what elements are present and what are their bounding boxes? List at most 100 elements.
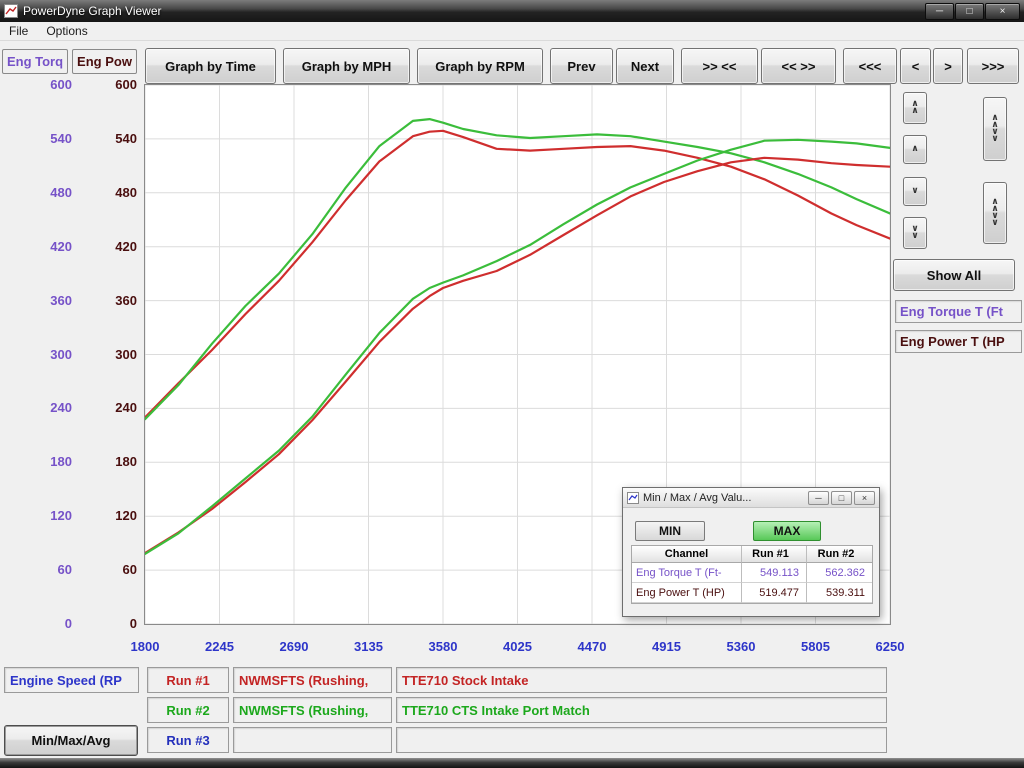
scroll-right-fast-button[interactable]: >>> xyxy=(967,48,1019,84)
scale-down-fast-button[interactable]: ∨ ∨ xyxy=(903,217,927,249)
scale-down-button[interactable]: ∨ xyxy=(903,177,927,206)
torque-axis-tick: 600 xyxy=(12,77,72,93)
power-axis-tick: 480 xyxy=(77,185,137,201)
scroll-left-button[interactable]: < xyxy=(900,48,931,84)
close-icon: × xyxy=(1000,6,1006,17)
next-button[interactable]: Next xyxy=(616,48,674,84)
run1-description-field[interactable]: TTE710 Stock Intake xyxy=(396,667,887,693)
power-axis-tick: 300 xyxy=(77,347,137,363)
rpm-axis-tick: 2690 xyxy=(264,639,324,655)
tab-eng-power[interactable]: Eng Pow xyxy=(72,49,137,74)
torque-axis-tick: 60 xyxy=(12,562,72,578)
graph-by-mph-button[interactable]: Graph by MPH xyxy=(283,48,410,84)
app-icon xyxy=(4,4,18,18)
minmax-maximize-button[interactable]: □ xyxy=(831,491,852,505)
legend-eng-power[interactable]: Eng Power T (HP xyxy=(895,330,1022,353)
compress-y-button[interactable]: ∧ ∧ ∨ ∨ xyxy=(983,182,1007,244)
scale-up-button[interactable]: ∧ xyxy=(903,135,927,164)
minmax-titlebar[interactable]: Min / Max / Avg Valu... ─ □ × xyxy=(623,488,879,508)
column-header-channel: Channel xyxy=(632,546,742,563)
run1-operator-field[interactable]: NWMSFTS (Rushing, xyxy=(233,667,392,693)
rpm-axis-tick: 2245 xyxy=(190,639,250,655)
show-all-button[interactable]: Show All xyxy=(893,259,1015,291)
power-axis-tick: 360 xyxy=(77,293,137,309)
power-axis-tick: 540 xyxy=(77,131,137,147)
run3-label[interactable]: Run #3 xyxy=(147,727,229,753)
rpm-axis-tick: 4915 xyxy=(637,639,697,655)
torque-axis-tick: 360 xyxy=(12,293,72,309)
min-button[interactable]: MIN xyxy=(635,521,705,541)
run1-max-value: 549.113 xyxy=(742,563,807,583)
power-axis-tick: 180 xyxy=(77,454,137,470)
minmax-minimize-button[interactable]: ─ xyxy=(808,491,829,505)
max-button[interactable]: MAX xyxy=(753,521,821,541)
power-axis-tick: 600 xyxy=(77,77,137,93)
torque-axis-tick: 420 xyxy=(12,239,72,255)
torque-axis-tick: 120 xyxy=(12,508,72,524)
run1-max-value: 519.477 xyxy=(742,583,807,603)
legend-eng-torque[interactable]: Eng Torque T (Ft xyxy=(895,300,1022,323)
graph-by-time-button[interactable]: Graph by Time xyxy=(145,48,276,84)
rpm-axis-tick: 3135 xyxy=(339,639,399,655)
run2-description-field[interactable]: TTE710 CTS Intake Port Match xyxy=(396,697,887,723)
rpm-axis-tick: 3580 xyxy=(413,639,473,655)
run3-operator-field[interactable] xyxy=(233,727,392,753)
rpm-axis-tick: 4025 xyxy=(488,639,548,655)
expand-y-button[interactable]: ∧ ∧ ∨ ∨ xyxy=(983,97,1007,161)
rpm-axis-tick: 6250 xyxy=(860,639,920,655)
chevron-down-icon: ∨ xyxy=(911,233,918,240)
menubar: File Options xyxy=(0,22,1024,41)
chevron-down-icon: ∨ xyxy=(991,136,998,143)
maximize-icon: □ xyxy=(839,493,844,503)
window-title: PowerDyne Graph Viewer xyxy=(23,4,924,18)
torque-axis-tick: 480 xyxy=(12,185,72,201)
minimize-icon: ─ xyxy=(815,493,821,503)
close-button[interactable]: × xyxy=(985,3,1020,20)
minmax-window[interactable]: Min / Max / Avg Valu... ─ □ × MIN MAX Ch… xyxy=(622,487,880,617)
compress-x-button[interactable]: >> << xyxy=(681,48,758,84)
minmax-close-button[interactable]: × xyxy=(854,491,875,505)
window-bottom-frame xyxy=(0,758,1024,768)
chevron-down-icon: ∨ xyxy=(991,220,998,227)
torque-axis-tick: 180 xyxy=(12,454,72,470)
x-channel-field[interactable]: Engine Speed (RP xyxy=(4,667,139,693)
chevron-up-icon: ∧ xyxy=(911,108,918,115)
graph-by-rpm-button[interactable]: Graph by RPM xyxy=(417,48,543,84)
table-row: Eng Torque T (Ft- 549.113 562.362 xyxy=(632,563,872,583)
run2-label[interactable]: Run #2 xyxy=(147,697,229,723)
torque-axis-tick: 540 xyxy=(12,131,72,147)
menu-options[interactable]: Options xyxy=(37,22,96,40)
power-axis-tick: 0 xyxy=(77,616,137,632)
titlebar: PowerDyne Graph Viewer ─ □ × xyxy=(0,0,1024,22)
powerdyne-window: PowerDyne Graph Viewer ─ □ × File Option… xyxy=(0,0,1024,768)
scroll-left-fast-button[interactable]: <<< xyxy=(843,48,897,84)
caption-buttons: ─ □ × xyxy=(924,3,1020,20)
expand-x-button[interactable]: << >> xyxy=(761,48,836,84)
maximize-button[interactable]: □ xyxy=(955,3,984,20)
power-axis-tick: 60 xyxy=(77,562,137,578)
torque-axis-tick: 240 xyxy=(12,400,72,416)
rpm-axis-tick: 4470 xyxy=(562,639,622,655)
run2-operator-field[interactable]: NWMSFTS (Rushing, xyxy=(233,697,392,723)
minimize-button[interactable]: ─ xyxy=(925,3,954,20)
channel-cell: Eng Power T (HP) xyxy=(632,583,742,603)
scale-up-fast-button[interactable]: ∧ ∧ xyxy=(903,92,927,124)
run2-max-value: 539.311 xyxy=(807,583,872,603)
minmax-avg-button[interactable]: Min/Max/Avg xyxy=(4,725,138,756)
column-header-run1: Run #1 xyxy=(742,546,807,563)
scroll-right-button[interactable]: > xyxy=(933,48,963,84)
close-icon: × xyxy=(862,493,867,503)
minimize-icon: ─ xyxy=(936,6,943,17)
prev-button[interactable]: Prev xyxy=(550,48,613,84)
maximize-icon: □ xyxy=(966,6,972,17)
rpm-axis-tick: 5805 xyxy=(786,639,846,655)
minmax-window-icon xyxy=(627,492,639,504)
channel-cell: Eng Torque T (Ft- xyxy=(632,563,742,583)
torque-axis-tick: 300 xyxy=(12,347,72,363)
run3-description-field[interactable] xyxy=(396,727,887,753)
tab-eng-torque[interactable]: Eng Torq xyxy=(2,49,68,74)
power-axis-tick: 240 xyxy=(77,400,137,416)
menu-file[interactable]: File xyxy=(0,22,37,40)
run1-label[interactable]: Run #1 xyxy=(147,667,229,693)
column-header-run2: Run #2 xyxy=(807,546,872,563)
